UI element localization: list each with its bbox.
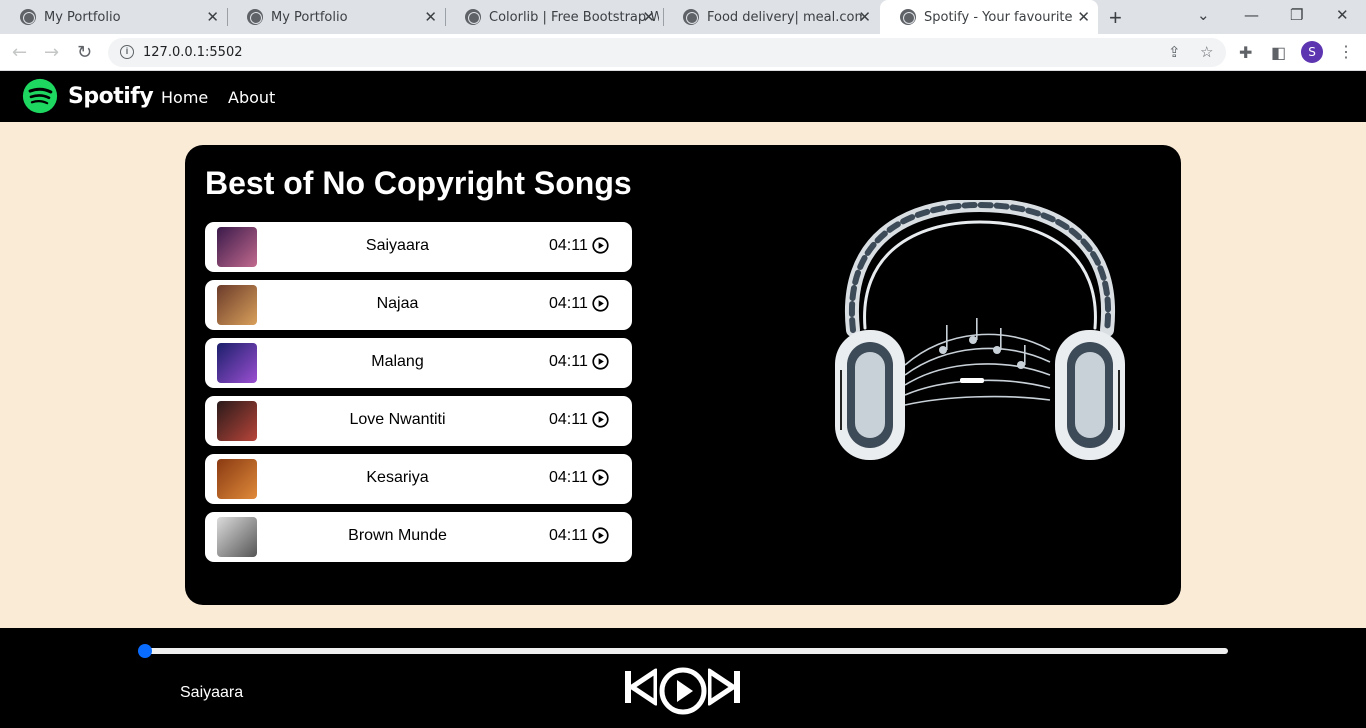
spotify-logo-icon[interactable] — [20, 78, 60, 114]
nav-link-home[interactable]: Home — [161, 88, 208, 107]
song-name: Saiyaara — [365, 237, 430, 254]
song-list-card: Best of No Copyright Songs Saiyaara 04:1… — [185, 145, 1181, 605]
song-item[interactable]: Brown Munde 04:11 — [205, 512, 632, 562]
song-name: Kesariya — [366, 469, 429, 486]
browser-tab-active[interactable]: Spotify - Your favourite music ✕ — [880, 0, 1098, 34]
play-circle-icon[interactable] — [592, 353, 609, 370]
song-name: Love Nwantiti — [349, 411, 446, 428]
song-cover — [217, 343, 257, 383]
reload-icon[interactable]: ↻ — [77, 42, 92, 63]
address-bar[interactable]: i 127.0.0.1:5502 ⇪ ☆ — [108, 38, 1226, 67]
song-name: Najaa — [376, 295, 419, 312]
song-item[interactable]: Malang 04:11 — [205, 338, 632, 388]
extensions-icon[interactable]: ✚ — [1239, 43, 1252, 63]
close-tab-icon[interactable]: ✕ — [206, 9, 219, 25]
page-title: Best of No Copyright Songs — [205, 165, 632, 201]
forward-icon[interactable]: → — [44, 42, 59, 63]
song-item[interactable]: Love Nwantiti 04:11 — [205, 396, 632, 446]
song-item[interactable]: Saiyaara 04:11 — [205, 222, 632, 272]
song-cover — [217, 517, 257, 557]
previous-track-icon[interactable] — [624, 666, 657, 708]
browser-tab[interactable]: My Portfolio ✕ — [0, 0, 227, 34]
globe-icon — [247, 9, 263, 25]
browser-tab[interactable]: Food delivery| meal.com ✕ — [663, 0, 879, 34]
close-window-icon[interactable]: ✕ — [1336, 6, 1349, 24]
song-cover — [217, 459, 257, 499]
address-bar-row: ← → ↻ i 127.0.0.1:5502 ⇪ ☆ ✚ ◧ S ⋮ — [0, 34, 1366, 71]
now-playing-title: Saiyaara — [180, 684, 244, 701]
song-item[interactable]: Kesariya 04:11 — [205, 454, 632, 504]
globe-icon — [683, 9, 699, 25]
globe-icon — [465, 9, 481, 25]
bookmark-star-icon[interactable]: ☆ — [1200, 43, 1213, 61]
globe-icon — [900, 9, 916, 25]
nav-link-about[interactable]: About — [228, 88, 275, 107]
play-pause-icon[interactable] — [658, 666, 708, 716]
play-circle-icon[interactable] — [592, 469, 609, 486]
share-icon[interactable]: ⇪ — [1168, 43, 1181, 61]
browser-menu-icon[interactable]: ⋮ — [1338, 42, 1354, 62]
song-name: Malang — [371, 353, 424, 370]
close-tab-icon[interactable]: ✕ — [858, 9, 871, 25]
tab-title: Spotify - Your favourite music — [924, 9, 1074, 25]
back-icon[interactable]: ← — [12, 42, 27, 63]
globe-icon — [20, 9, 36, 25]
tab-title: My Portfolio — [44, 9, 121, 25]
song-duration: 04:11 — [549, 527, 588, 544]
tab-search-icon[interactable]: ⌄ — [1197, 6, 1210, 24]
tab-title: My Portfolio — [271, 9, 348, 25]
browser-tab[interactable]: Colorlib | Free Bootstrap Web ✕ — [445, 0, 663, 34]
song-item[interactable]: Najaa 04:11 — [205, 280, 632, 330]
new-tab-icon[interactable]: + — [1109, 5, 1122, 31]
minimize-icon[interactable]: — — [1244, 6, 1259, 24]
close-tab-icon[interactable]: ✕ — [424, 9, 437, 25]
site-info-icon[interactable]: i — [120, 45, 134, 59]
song-cover — [217, 227, 257, 267]
site-navbar: Spotify Home About — [0, 71, 1366, 122]
tab-title: Food delivery| meal.com — [707, 9, 862, 25]
close-tab-icon[interactable]: ✕ — [642, 9, 655, 25]
play-circle-icon[interactable] — [592, 411, 609, 428]
song-duration: 04:11 — [549, 411, 588, 428]
headphones-illustration — [835, 200, 1125, 460]
song-duration: 04:11 — [549, 237, 588, 254]
next-track-icon[interactable] — [708, 666, 741, 708]
profile-avatar[interactable]: S — [1301, 41, 1323, 63]
music-player-bar: Saiyaara — [0, 628, 1366, 728]
song-duration: 04:11 — [549, 469, 588, 486]
browser-tab-strip: My Portfolio ✕ My Portfolio ✕ Colorlib |… — [0, 0, 1366, 34]
song-duration: 04:11 — [549, 295, 588, 312]
browser-tab[interactable]: My Portfolio ✕ — [227, 0, 445, 34]
tab-title: Colorlib | Free Bootstrap Web — [489, 9, 659, 25]
play-circle-icon[interactable] — [592, 527, 609, 544]
url-text[interactable]: 127.0.0.1:5502 — [143, 45, 243, 60]
brand-name[interactable]: Spotify — [68, 84, 154, 109]
song-name: Brown Munde — [348, 527, 447, 544]
progress-slider-thumb[interactable] — [138, 644, 152, 658]
progress-slider[interactable] — [138, 644, 1228, 658]
play-circle-icon[interactable] — [592, 237, 609, 254]
song-cover — [217, 285, 257, 325]
restore-icon[interactable]: ❐ — [1290, 6, 1303, 24]
play-circle-icon[interactable] — [592, 295, 609, 312]
close-tab-icon[interactable]: ✕ — [1077, 9, 1090, 25]
song-duration: 04:11 — [549, 353, 588, 370]
side-panel-icon[interactable]: ◧ — [1271, 43, 1286, 63]
song-cover — [217, 401, 257, 441]
